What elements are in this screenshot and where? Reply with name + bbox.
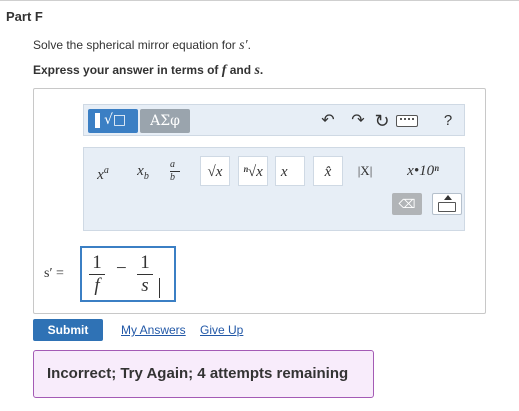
equation-lhs: s′ = (44, 266, 64, 281)
fraction-2-denominator: s (141, 275, 149, 296)
math-toolbar-top: √□ ΑΣφ ↶ ↷ ↻ ? (83, 104, 465, 136)
undo-icon[interactable]: ↶ (318, 111, 338, 131)
part-title: Part F (6, 9, 43, 24)
feedback-message: Incorrect; Try Again; 4 attempts remaini… (33, 350, 374, 398)
give-up-link[interactable]: Give Up (200, 323, 243, 337)
template-block-icon (95, 113, 100, 128)
superscript-button[interactable]: xa (88, 156, 118, 186)
express-prefix: Express your answer in terms of (33, 63, 222, 77)
fraction-1-numerator: 1 (92, 252, 102, 273)
fraction-button[interactable]: a b (166, 156, 188, 186)
fraction-1-over-s: 1 s (136, 252, 154, 297)
submit-button[interactable]: Submit (33, 319, 103, 341)
greek-symbols-button[interactable]: ΑΣφ (140, 109, 190, 133)
answer-format-text: Express your answer in terms of f and s. (33, 63, 263, 79)
reset-icon[interactable]: ↻ (372, 111, 392, 131)
subscript-button[interactable]: xb (128, 156, 158, 186)
instruction-variable: s′ (239, 38, 248, 53)
absolute-value-button[interactable]: |X| (350, 156, 380, 186)
answer-box: √□ ΑΣφ ↶ ↷ ↻ ? xa xb a b √x ⁿ√x x⃗ x̂ |X… (33, 88, 486, 314)
math-toolbar-symbols: xa xb a b √x ⁿ√x x⃗ x̂ |X| x•10ⁿ ⌫ (83, 147, 465, 231)
unit-vector-button[interactable]: x̂ (313, 156, 343, 186)
instruction-text: Solve the spherical mirror equation for … (33, 38, 251, 54)
radical-template-icon: √□ (104, 112, 127, 128)
minus-operator: − (116, 258, 127, 279)
keyboard-toggle-button[interactable] (432, 193, 462, 215)
scientific-notation-button[interactable]: x•10ⁿ (388, 156, 458, 186)
fraction-2-numerator: 1 (140, 252, 150, 273)
help-button[interactable]: ? (439, 111, 457, 131)
fraction-1-over-f: 1 f (88, 252, 106, 297)
express-suffix: . (259, 63, 264, 77)
keyboard-icon (438, 202, 456, 212)
express-middle: and (226, 63, 255, 77)
instruction-suffix: . (247, 38, 251, 52)
nth-root-button[interactable]: ⁿ√x (238, 156, 268, 186)
answer-input[interactable]: 1 f − 1 s (80, 246, 176, 302)
my-answers-link[interactable]: My Answers (121, 323, 186, 337)
square-root-button[interactable]: √x (200, 156, 230, 186)
vector-button[interactable]: x⃗ (275, 156, 305, 186)
delete-icon[interactable]: ⌫ (392, 193, 422, 215)
instruction-prefix: Solve the spherical mirror equation for (33, 38, 240, 52)
text-cursor (159, 278, 160, 298)
subscript-base: x (137, 163, 144, 179)
keyboard-shortcuts-icon[interactable] (396, 115, 418, 127)
redo-icon[interactable]: ↷ (348, 111, 368, 131)
expand-arrow-icon (444, 195, 452, 200)
top-divider (0, 0, 519, 1)
fraction-1-denominator: f (94, 275, 100, 296)
templates-button[interactable]: √□ (88, 109, 138, 133)
superscript-base: x (97, 167, 104, 183)
